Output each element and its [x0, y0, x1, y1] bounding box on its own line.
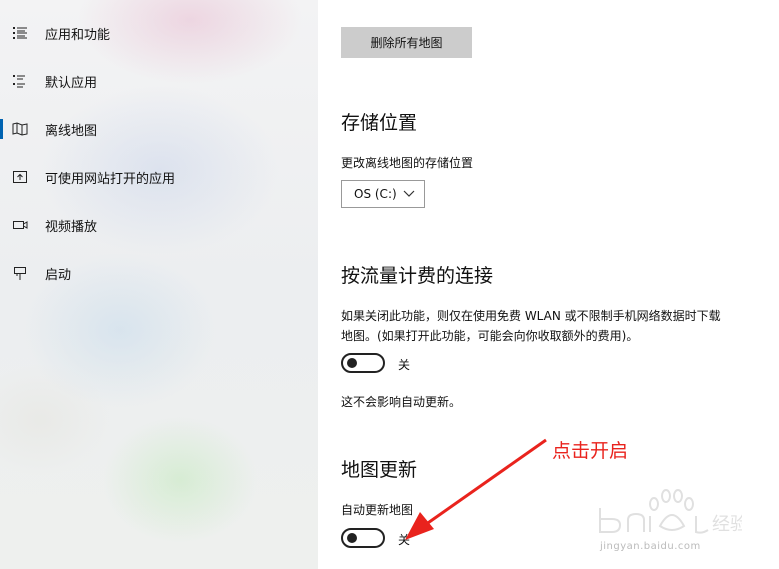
- video-playback-icon: [13, 221, 28, 229]
- sidebar-item-offline-maps[interactable]: 离线地图: [0, 105, 318, 153]
- apps-for-websites-icon: [13, 171, 27, 183]
- storage-location-dropdown[interactable]: OS (C:): [341, 180, 425, 208]
- default-apps-icon: [13, 75, 25, 88]
- auto-update-toggle-state: 关: [398, 533, 411, 547]
- metered-connection-heading: 按流量计费的连接: [341, 265, 494, 287]
- sidebar-item-apps-features[interactable]: 应用和功能: [0, 9, 318, 57]
- sidebar-item-label: 启动: [45, 267, 72, 283]
- metered-description-line-2: 地图。(如果打开此功能，可能会向你收取额外的费用)。: [341, 329, 639, 343]
- sidebar-nav: 应用和功能 默认应用 离线地图 可使用网站打开的应用 视频播放 启动: [0, 9, 318, 297]
- sidebar-item-startup[interactable]: 启动: [0, 249, 318, 297]
- auto-update-note: 这不会影响自动更新。: [341, 395, 462, 409]
- settings-sidebar: 应用和功能 默认应用 离线地图 可使用网站打开的应用 视频播放 启动: [0, 0, 318, 569]
- svg-text:经验: 经验: [712, 514, 742, 535]
- startup-icon: [14, 267, 26, 280]
- offline-maps-icon: [12, 122, 28, 136]
- storage-location-value: OS (C:): [354, 187, 397, 201]
- auto-update-maps-label: 自动更新地图: [341, 503, 414, 517]
- sidebar-item-label: 应用和功能: [45, 27, 111, 43]
- metered-connection-description: 如果关闭此功能，则仅在使用免费 WLAN 或不限制手机网络数据时下载 地图。(如…: [341, 306, 779, 346]
- metered-connection-toggle[interactable]: [341, 353, 385, 373]
- metered-description-line-1: 如果关闭此功能，则仅在使用免费 WLAN 或不限制手机网络数据时下载: [341, 309, 721, 323]
- map-updates-heading: 地图更新: [341, 459, 418, 481]
- sidebar-item-default-apps[interactable]: 默认应用: [0, 57, 318, 105]
- sidebar-item-label: 可使用网站打开的应用: [45, 171, 176, 187]
- sidebar-item-video-playback[interactable]: 视频播放: [0, 201, 318, 249]
- storage-location-heading: 存储位置: [341, 112, 418, 134]
- metered-toggle-state: 关: [398, 358, 411, 372]
- toggle-knob: [347, 358, 357, 368]
- watermark-url: jingyan.baidu.com: [600, 541, 701, 552]
- toggle-knob: [347, 533, 357, 543]
- apps-features-icon: [13, 27, 27, 39]
- auto-update-maps-toggle[interactable]: [341, 528, 385, 548]
- chevron-down-icon: [403, 190, 415, 197]
- annotation-label: 点击开启: [552, 440, 629, 462]
- sidebar-item-label: 离线地图: [45, 123, 98, 139]
- sidebar-item-label: 默认应用: [45, 75, 98, 91]
- sidebar-item-label: 视频播放: [45, 219, 98, 235]
- storage-location-label: 更改离线地图的存储位置: [341, 156, 474, 170]
- sidebar-item-apps-for-websites[interactable]: 可使用网站打开的应用: [0, 153, 318, 201]
- delete-all-maps-button[interactable]: 删除所有地图: [341, 27, 472, 58]
